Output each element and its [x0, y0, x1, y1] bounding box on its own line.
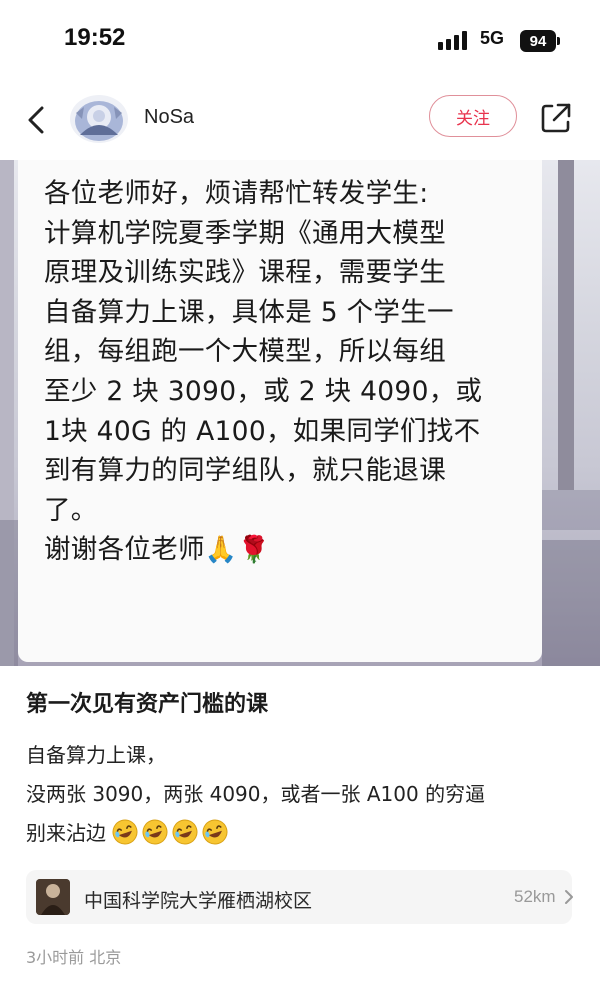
- battery-level: 94: [529, 32, 547, 50]
- signal-icon: [438, 30, 472, 50]
- location-thumbnail: [36, 879, 70, 915]
- message-line: 原理及训练实践》课程，需要学生: [44, 257, 446, 289]
- status-time: 19:52: [64, 24, 126, 51]
- message-line: 组，每组跑一个大模型，所以每组: [44, 336, 446, 368]
- chevron-right-icon: [565, 890, 573, 904]
- laughing-emoji-icon: [202, 819, 228, 845]
- message-line: 计算机学院夏季学期《通用大模型: [44, 217, 446, 249]
- status-bar: 19:52 5G 94: [0, 0, 600, 84]
- username[interactable]: NoSa: [144, 106, 194, 129]
- message-thanks: 谢谢各位老师: [44, 534, 205, 566]
- message-line: 至少 2 块 3090，或 2 块 4090，或: [44, 375, 483, 407]
- message-line: 到有算力的同学组队，就只能退课: [44, 455, 446, 487]
- message-bubble: 各位老师好，烦请帮忙转发学生: 计算机学院夏季学期《通用大模型 原理及训练实践》…: [18, 160, 542, 662]
- message-line: 了。: [44, 494, 98, 526]
- back-icon[interactable]: [22, 100, 52, 140]
- share-icon[interactable]: [538, 100, 574, 136]
- network-label: 5G: [480, 28, 505, 48]
- location-distance: 52km: [514, 887, 556, 906]
- avatar[interactable]: [70, 95, 128, 143]
- post-line-last: 别来沾边: [26, 814, 586, 853]
- post-image[interactable]: 各位老师好，烦请帮忙转发学生: 计算机学院夏季学期《通用大模型 原理及训练实践》…: [0, 160, 600, 666]
- post-line-text: 别来沾边: [26, 821, 106, 845]
- nav-bar: NoSa 关注: [0, 84, 600, 156]
- message-line: 各位老师好，烦请帮忙转发学生:: [44, 178, 429, 209]
- laughing-emoji-icon: [142, 819, 168, 845]
- message-line-last: 谢谢各位老师🙏🌹: [44, 530, 520, 571]
- post-meta: 3小时前 北京: [26, 948, 122, 967]
- post-line: 自备算力上课，: [26, 743, 166, 767]
- follow-button[interactable]: 关注: [429, 95, 517, 137]
- post-line: 没两张 3090，两张 4090，或者一张 A100 的穷逼: [26, 782, 486, 806]
- location-card[interactable]: 中国科学院大学雁栖湖校区 52km: [26, 870, 573, 924]
- emoji-row: [112, 819, 232, 845]
- location-name: 中国科学院大学雁栖湖校区: [84, 890, 313, 912]
- pray-emoji-icon: 🙏: [204, 535, 238, 566]
- rose-emoji-icon: 🌹: [237, 535, 271, 566]
- message-line: 1块 40G 的 A100，如果同学们找不: [44, 415, 481, 447]
- laughing-emoji-icon: [112, 819, 138, 845]
- post-body: 自备算力上课， 没两张 3090，两张 4090，或者一张 A100 的穷逼 别…: [26, 736, 586, 853]
- message-line: 自备算力上课，具体是 5 个学生一: [44, 296, 454, 328]
- battery-icon: 94: [520, 30, 560, 52]
- post-title: 第一次见有资产门槛的课: [26, 692, 269, 717]
- laughing-emoji-icon: [172, 819, 198, 845]
